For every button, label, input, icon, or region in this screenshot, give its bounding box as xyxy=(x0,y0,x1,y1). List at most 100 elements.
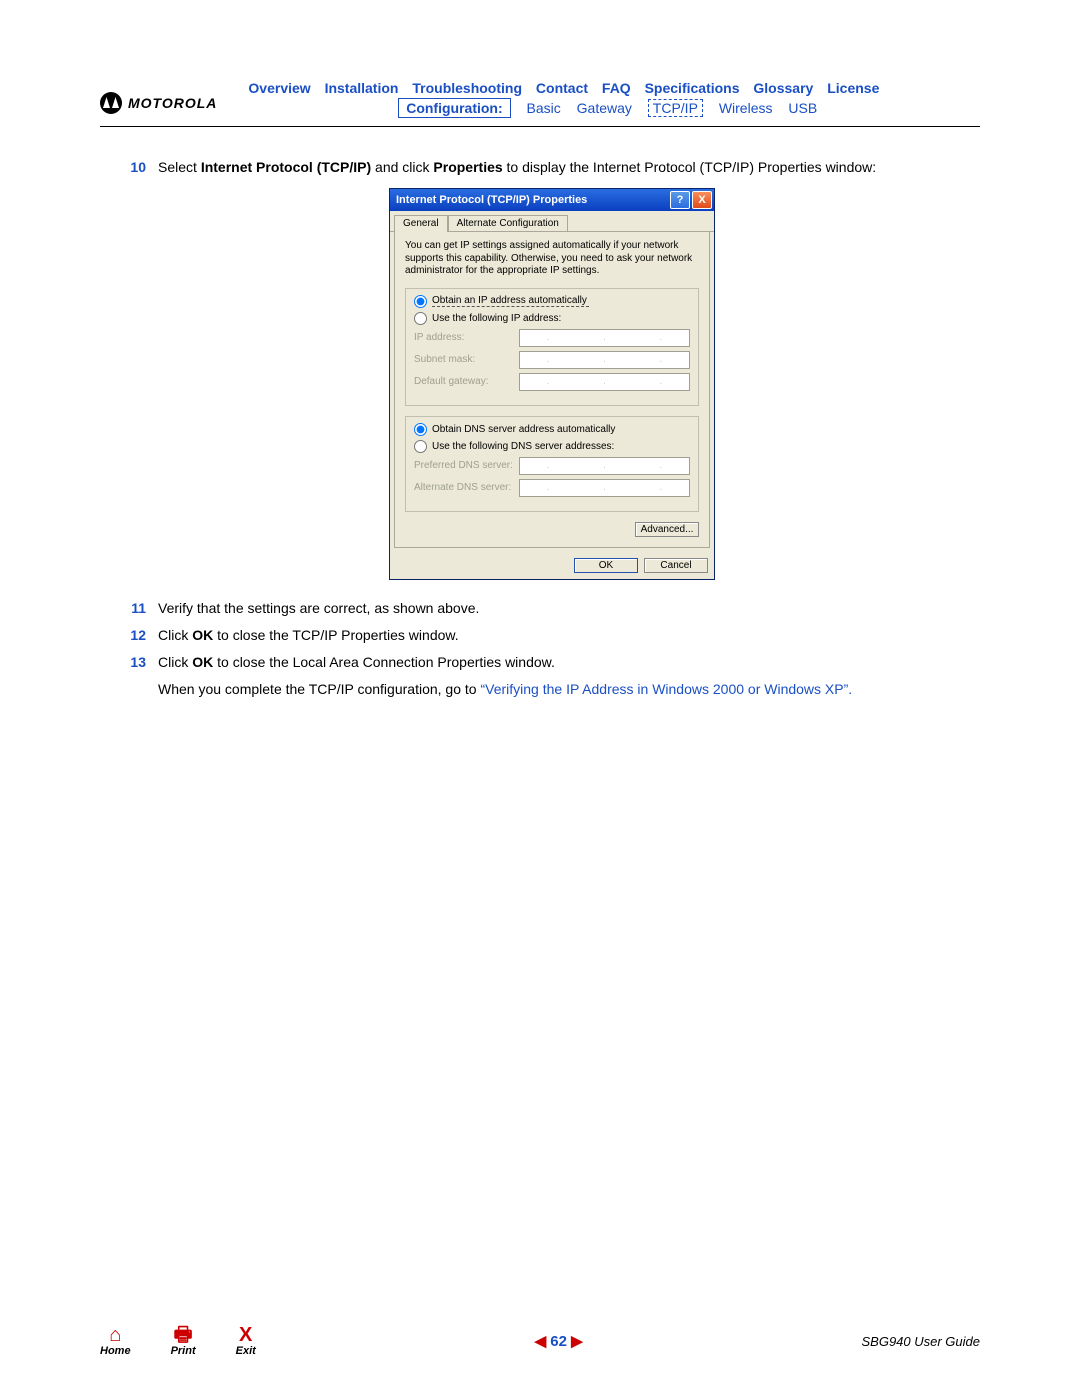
nav-block: Overview Installation Troubleshooting Co… xyxy=(235,80,980,116)
nav-troubleshooting[interactable]: Troubleshooting xyxy=(412,80,522,96)
next-page-icon[interactable]: ▶ xyxy=(571,1333,583,1350)
radio-label: Use the following IP address: xyxy=(432,313,561,324)
step-number: 11 xyxy=(124,598,146,619)
page-number: 62 xyxy=(550,1333,567,1350)
text: When you complete the TCP/IP configurati… xyxy=(158,681,480,697)
steps-list: 10 Select Internet Protocol (TCP/IP) and… xyxy=(124,157,980,700)
nav-configuration[interactable]: Configuration: xyxy=(398,98,510,118)
text: and click xyxy=(371,159,433,175)
nav-tcpip[interactable]: TCP/IP xyxy=(648,99,703,117)
nav-contact[interactable]: Contact xyxy=(536,80,588,96)
ip-group: Obtain an IP address automatically Use t… xyxy=(405,288,699,406)
closing-note: When you complete the TCP/IP configurati… xyxy=(124,679,980,700)
nav-installation[interactable]: Installation xyxy=(325,80,399,96)
step-body: Click OK to close the Local Area Connect… xyxy=(158,652,980,673)
print-label: Print xyxy=(171,1345,196,1357)
text: to close the TCP/IP Properties window. xyxy=(213,627,458,643)
text: Click xyxy=(158,627,192,643)
label-default-gateway: Default gateway: xyxy=(414,376,519,387)
step-11: 11 Verify that the settings are correct,… xyxy=(124,598,980,619)
step-body: Verify that the settings are correct, as… xyxy=(158,598,980,619)
radio-use-ip[interactable]: Use the following IP address: xyxy=(414,312,690,325)
radio-obtain-dns[interactable]: Obtain DNS server address automatically xyxy=(414,423,690,436)
nav-specifications[interactable]: Specifications xyxy=(645,80,740,96)
prev-page-icon[interactable]: ◀ xyxy=(535,1333,547,1350)
dns-group: Obtain DNS server address automatically … xyxy=(405,416,699,512)
nav-gateway[interactable]: Gateway xyxy=(577,100,632,116)
text: Click xyxy=(158,654,192,670)
step-body: Select Internet Protocol (TCP/IP) and cl… xyxy=(158,157,980,178)
guide-title: SBG940 User Guide xyxy=(861,1334,980,1349)
dialog-tabs: General Alternate Configuration xyxy=(390,211,714,232)
footer-icons: ⌂ Home 🖶︎ Print X Exit xyxy=(100,1325,256,1357)
step-12: 12 Click OK to close the TCP/IP Properti… xyxy=(124,625,980,646)
help-icon[interactable]: ? xyxy=(670,191,690,209)
input-alternate-dns: ... xyxy=(519,479,690,497)
home-icon: ⌂ xyxy=(109,1325,121,1345)
print-icon: 🖶︎ xyxy=(174,1325,193,1345)
radio-use-ip-input[interactable] xyxy=(414,312,427,325)
nav-secondary: Configuration: Basic Gateway TCP/IP Wire… xyxy=(235,100,980,116)
radio-use-dns-input[interactable] xyxy=(414,440,427,453)
exit-label: Exit xyxy=(236,1345,256,1357)
advanced-button[interactable]: Advanced... xyxy=(635,522,699,537)
ok-button[interactable]: OK xyxy=(574,558,638,573)
input-ip-address: ... xyxy=(519,329,690,347)
tab-alternate-configuration[interactable]: Alternate Configuration xyxy=(448,215,568,231)
cancel-button[interactable]: Cancel xyxy=(644,558,708,573)
label-alternate-dns: Alternate DNS server: xyxy=(414,482,519,493)
nav-overview[interactable]: Overview xyxy=(248,80,310,96)
tab-body: You can get IP settings assigned automat… xyxy=(394,232,710,548)
quote-close: ”. xyxy=(844,681,853,697)
pager: ◀ 62 ▶ xyxy=(256,1332,862,1350)
print-button[interactable]: 🖶︎ Print xyxy=(171,1325,196,1357)
header-rule xyxy=(100,126,980,127)
nav-usb[interactable]: USB xyxy=(788,100,817,116)
step-10: 10 Select Internet Protocol (TCP/IP) and… xyxy=(124,157,980,178)
link-verify-ip[interactable]: Verifying the IP Address in Windows 2000… xyxy=(485,681,843,697)
text: to display the Internet Protocol (TCP/IP… xyxy=(503,159,877,175)
step-number: 13 xyxy=(124,652,146,673)
step-13: 13 Click OK to close the Local Area Conn… xyxy=(124,652,980,673)
step-number: 12 xyxy=(124,625,146,646)
exit-button[interactable]: X Exit xyxy=(236,1325,256,1357)
info-text: You can get IP settings assigned automat… xyxy=(405,240,699,278)
radio-use-dns[interactable]: Use the following DNS server addresses: xyxy=(414,440,690,453)
nav-faq[interactable]: FAQ xyxy=(602,80,631,96)
input-subnet-mask: ... xyxy=(519,351,690,369)
radio-label: Use the following DNS server addresses: xyxy=(432,441,614,452)
nav-wireless[interactable]: Wireless xyxy=(719,100,773,116)
text: to close the Local Area Connection Prope… xyxy=(213,654,555,670)
nav-glossary[interactable]: Glossary xyxy=(753,80,813,96)
tcpip-properties-dialog: Internet Protocol (TCP/IP) Properties ? … xyxy=(389,188,715,580)
titlebar: Internet Protocol (TCP/IP) Properties ? … xyxy=(390,189,714,211)
nav-basic[interactable]: Basic xyxy=(527,100,561,116)
tab-general[interactable]: General xyxy=(394,215,448,232)
home-button[interactable]: ⌂ Home xyxy=(100,1325,131,1357)
close-icon[interactable]: X xyxy=(692,191,712,209)
nav-license[interactable]: License xyxy=(827,80,879,96)
footer: ⌂ Home 🖶︎ Print X Exit ◀ 62 ▶ SBG940 Use… xyxy=(100,1325,980,1357)
exit-icon: X xyxy=(239,1325,252,1345)
radio-label: Obtain an IP address automatically xyxy=(432,295,589,307)
label-subnet-mask: Subnet mask: xyxy=(414,354,519,365)
dialog-button-row: OK Cancel xyxy=(390,552,714,579)
radio-obtain-ip[interactable]: Obtain an IP address automatically xyxy=(414,295,690,308)
radio-obtain-dns-input[interactable] xyxy=(414,423,427,436)
motorola-logo-icon xyxy=(100,92,122,114)
radio-label: Obtain DNS server address automatically xyxy=(432,424,615,435)
home-label: Home xyxy=(100,1345,131,1357)
step-body: When you complete the TCP/IP configurati… xyxy=(158,679,980,700)
step-number: 10 xyxy=(124,157,146,178)
bold-text: OK xyxy=(192,627,213,643)
step-body: Click OK to close the TCP/IP Properties … xyxy=(158,625,980,646)
dialog-screenshot: Internet Protocol (TCP/IP) Properties ? … xyxy=(124,188,980,580)
dialog-title: Internet Protocol (TCP/IP) Properties xyxy=(396,194,587,206)
label-ip-address: IP address: xyxy=(414,332,519,343)
label-preferred-dns: Preferred DNS server: xyxy=(414,460,519,471)
input-preferred-dns: ... xyxy=(519,457,690,475)
radio-obtain-ip-input[interactable] xyxy=(414,295,427,308)
bold-text: Internet Protocol (TCP/IP) xyxy=(201,159,371,175)
bold-text: OK xyxy=(192,654,213,670)
bold-text: Properties xyxy=(433,159,502,175)
